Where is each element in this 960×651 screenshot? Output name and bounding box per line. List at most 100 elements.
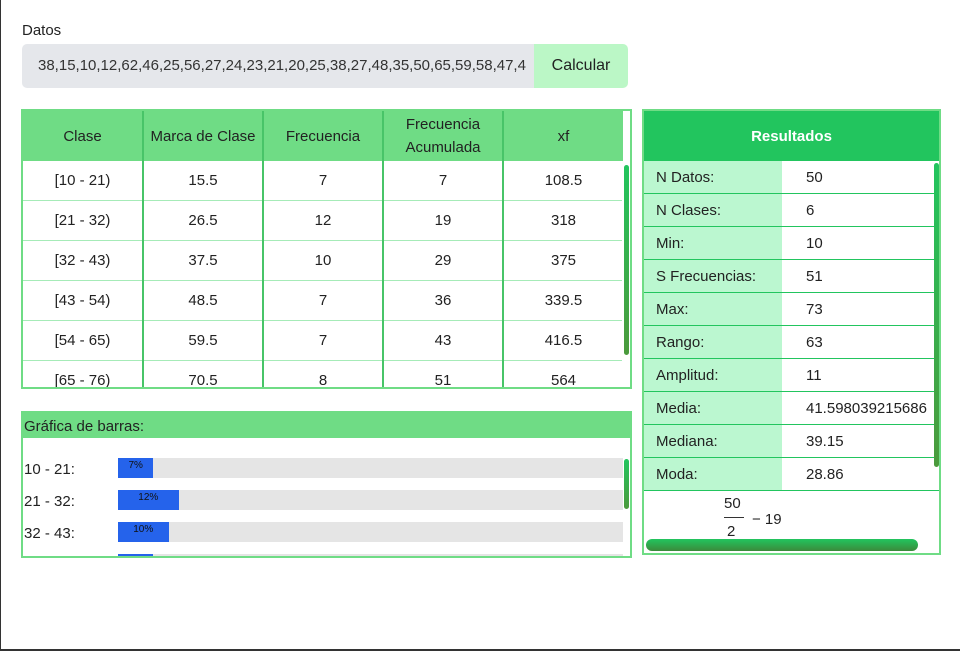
bar-label: 32 - 43:: [24, 525, 75, 542]
bar-track: 10%: [118, 522, 623, 542]
window-left-edge: [0, 0, 1, 651]
result-label: Max:: [644, 293, 782, 325]
result-value: 11: [806, 367, 822, 384]
result-row: Rango: 63: [644, 326, 939, 359]
cell-frecuencia: 8: [263, 360, 384, 387]
table-row: [10 - 21) 15.5 7 7 108.5: [23, 161, 623, 201]
result-label: S Frecuencias:: [644, 260, 782, 292]
cell-marca: 26.5: [143, 200, 264, 241]
result-value: 6: [806, 202, 815, 219]
formula-rest: − 19: [752, 511, 782, 528]
result-label: N Clases:: [644, 194, 782, 226]
bar-row: 21 - 32: 12%: [23, 490, 623, 510]
cell-acumulada: 43: [383, 320, 504, 361]
result-label: Rango:: [644, 326, 782, 358]
formula-fraction-line: [724, 517, 744, 518]
result-row: Max: 73: [644, 293, 939, 326]
cell-acumulada: 51: [383, 360, 504, 387]
bar-label: 21 - 32:: [24, 493, 75, 510]
cell-clase: [43 - 54): [23, 280, 144, 321]
table-row: [65 - 76) 70.5 8 51 564: [23, 360, 623, 387]
cell-xf: 318: [503, 200, 623, 241]
result-value: 50: [806, 169, 823, 186]
cell-clase: [21 - 32): [23, 200, 144, 241]
cell-frecuencia: 10: [263, 240, 384, 281]
results-list: N Datos: 50 N Clases: 6 Min: 10 S Frecuencias:…: [644, 161, 939, 491]
bar-row: 32 - 43: 10%: [23, 522, 623, 542]
calcular-button[interactable]: Calcular: [534, 44, 628, 88]
result-label: Amplitud:: [644, 359, 782, 391]
col-header-frecuencia: Frecuencia: [263, 111, 384, 161]
bar: 10%: [118, 522, 169, 542]
cell-marca: 48.5: [143, 280, 264, 321]
bar-row: 43 - 54: 7%: [23, 554, 623, 558]
result-value: 73: [806, 301, 823, 318]
datos-input[interactable]: 38,15,10,12,62,46,25,56,27,24,23,21,20,2…: [22, 44, 534, 88]
col-header-acumulada: Frecuencia Acumulada: [383, 111, 504, 161]
result-row: Amplitud: 11: [644, 359, 939, 392]
cell-clase: [10 - 21): [23, 161, 144, 201]
cell-xf: 416.5: [503, 320, 623, 361]
frequency-table-panel: Clase Marca de Clase Frecuencia Frecuenc…: [21, 109, 632, 389]
cell-frecuencia: 7: [263, 280, 384, 321]
cell-frecuencia: 12: [263, 200, 384, 241]
table-row: [54 - 65) 59.5 7 43 416.5: [23, 320, 623, 361]
result-value: 39.15: [806, 433, 844, 450]
results-vertical-scrollbar-thumb[interactable]: [934, 163, 939, 467]
result-row: Moda: 28.86: [644, 458, 939, 491]
chart-title: Gráfica de barras:: [23, 413, 630, 438]
col-header-clase: Clase: [23, 111, 144, 161]
result-row: S Frecuencias: 51: [644, 260, 939, 293]
bar-track: 7%: [118, 554, 623, 556]
table-row: [32 - 43) 37.5 10 29 375: [23, 240, 623, 281]
results-horizontal-scrollbar-thumb[interactable]: [646, 539, 918, 551]
result-label: Moda:: [644, 458, 782, 490]
bar-row: 10 - 21: 7%: [23, 458, 623, 478]
table-header-row: Clase Marca de Clase Frecuencia Frecuenc…: [23, 111, 623, 161]
cell-acumulada: 29: [383, 240, 504, 281]
cell-marca: 59.5: [143, 320, 264, 361]
bar: 7%: [118, 458, 154, 478]
result-row: Min: 10: [644, 227, 939, 260]
result-value: 51: [806, 268, 823, 285]
result-label: Mediana:: [644, 425, 782, 457]
cell-marca: 15.5: [143, 161, 264, 201]
cell-xf: 375: [503, 240, 623, 281]
frequency-table: Clase Marca de Clase Frecuencia Frecuenc…: [23, 111, 623, 387]
bar-track: 12%: [118, 490, 623, 510]
result-row: Mediana: 39.15: [644, 425, 939, 458]
result-value: 10: [806, 235, 823, 252]
table-row: [43 - 54) 48.5 7 36 339.5: [23, 280, 623, 321]
cell-acumulada: 36: [383, 280, 504, 321]
result-row: N Datos: 50: [644, 161, 939, 194]
table-row: [21 - 32) 26.5 12 19 318: [23, 200, 623, 241]
bar-label: 10 - 21:: [24, 461, 75, 478]
result-label: N Datos:: [644, 161, 782, 193]
result-value: 41.598039215686: [806, 400, 927, 417]
bar-track: 7%: [118, 458, 623, 478]
cell-xf: 108.5: [503, 161, 623, 201]
chart-scrollbar-thumb[interactable]: [624, 459, 629, 509]
bar-chart-panel: Gráfica de barras: 10 - 21: 7% 21 - 32: 12%…: [21, 411, 632, 558]
cell-clase: [32 - 43): [23, 240, 144, 281]
col-header-xf: xf: [503, 111, 623, 161]
result-row: N Clases: 6: [644, 194, 939, 227]
bar: 12%: [118, 490, 179, 510]
cell-frecuencia: 7: [263, 320, 384, 361]
cell-acumulada: 7: [383, 161, 504, 201]
cell-xf: 564: [503, 360, 623, 387]
cell-clase: [54 - 65): [23, 320, 144, 361]
cell-clase: [65 - 76): [23, 360, 144, 387]
cell-acumulada: 19: [383, 200, 504, 241]
result-value: 63: [806, 334, 823, 351]
bar-label: 43 - 54:: [24, 557, 75, 558]
results-panel: Resultados N Datos: 50 N Clases: 6 Min: 10 S F…: [642, 109, 941, 555]
result-value: 28.86: [806, 466, 844, 483]
cell-marca: 37.5: [143, 240, 264, 281]
datos-label: Datos: [22, 22, 62, 39]
table-scrollbar-thumb[interactable]: [624, 165, 629, 355]
cell-marca: 70.5: [143, 360, 264, 387]
results-title: Resultados: [644, 111, 939, 161]
bar: 7%: [118, 554, 154, 556]
result-row: Media: 41.598039215686: [644, 392, 939, 425]
